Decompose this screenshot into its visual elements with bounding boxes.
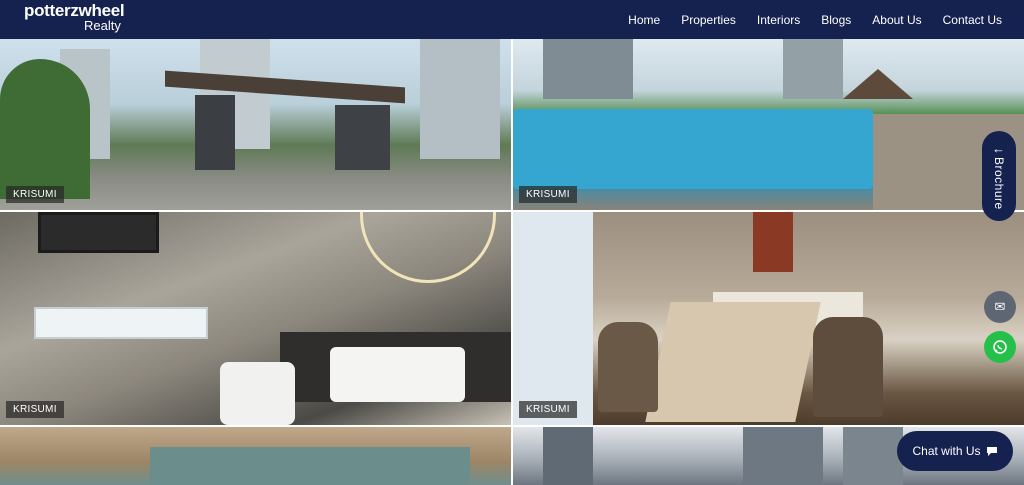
ring-light bbox=[360, 212, 496, 283]
pavilion-roof bbox=[843, 69, 913, 99]
tile-tag: KRISUMI bbox=[519, 186, 577, 203]
tile-tag: KRISUMI bbox=[6, 401, 64, 418]
chat-bubble-icon bbox=[986, 446, 997, 456]
tower-shape bbox=[843, 427, 903, 485]
chair-shape bbox=[598, 322, 658, 412]
logo-subtitle: Realty bbox=[84, 18, 121, 33]
wall-art bbox=[753, 212, 793, 272]
chair-shape bbox=[813, 317, 883, 417]
nav-blogs[interactable]: Blogs bbox=[821, 13, 851, 27]
tile-tag: KRISUMI bbox=[6, 186, 64, 203]
email-icon: ✉ bbox=[994, 299, 1006, 314]
dining-table bbox=[645, 302, 821, 422]
tower-shape bbox=[543, 39, 633, 99]
gallery-tile-entrance[interactable]: KRISUMI bbox=[0, 39, 511, 210]
bathtub bbox=[34, 307, 208, 339]
top-navbar: potterzwheel Realty Home Properties Inte… bbox=[0, 0, 1024, 39]
chat-label: Chat with Us bbox=[912, 444, 981, 458]
gallery-tile-interior[interactable] bbox=[0, 427, 511, 485]
email-button[interactable]: ✉ bbox=[984, 291, 1016, 323]
toilet bbox=[220, 362, 295, 425]
brochure-label: Brochure bbox=[992, 157, 1006, 210]
gate-pillar bbox=[195, 95, 235, 170]
tower-shape bbox=[420, 39, 500, 159]
tree-shape bbox=[0, 59, 90, 199]
nav-properties[interactable]: Properties bbox=[681, 13, 736, 27]
nav-about-us[interactable]: About Us bbox=[872, 13, 921, 27]
logo-wordmark: potterzwheel bbox=[24, 1, 125, 20]
whatsapp-button[interactable] bbox=[984, 331, 1016, 363]
gate-pillar bbox=[335, 105, 390, 170]
brochure-button[interactable]: ← Brochure bbox=[982, 131, 1016, 221]
glass-window bbox=[513, 212, 593, 425]
nav-home[interactable]: Home bbox=[628, 13, 660, 27]
whatsapp-icon bbox=[993, 340, 1007, 354]
tower-shape bbox=[783, 39, 843, 99]
gallery-tile-bathroom[interactable]: KRISUMI bbox=[0, 212, 511, 425]
window-shape bbox=[38, 212, 159, 253]
main-menu: Home Properties Interiors Blogs About Us… bbox=[628, 0, 1002, 39]
brand-logo[interactable]: potterzwheel Realty bbox=[24, 1, 125, 33]
gallery-tile-pool[interactable]: KRISUMI bbox=[513, 39, 1024, 210]
sink bbox=[330, 347, 465, 402]
gallery-tile-dining[interactable]: KRISUMI bbox=[513, 212, 1024, 425]
chat-with-us-button[interactable]: Chat with Us bbox=[897, 431, 1013, 471]
tower-shape bbox=[743, 427, 823, 485]
tower-shape bbox=[543, 427, 593, 485]
tile-tag: KRISUMI bbox=[519, 401, 577, 418]
stone-wall bbox=[150, 447, 470, 485]
nav-contact-us[interactable]: Contact Us bbox=[943, 13, 1002, 27]
nav-interiors[interactable]: Interiors bbox=[757, 13, 800, 27]
pool-water bbox=[513, 109, 873, 189]
arrow-left-icon: ← bbox=[992, 141, 1005, 156]
project-gallery: KRISUMI KRISUMI KRISUMI KRISUMI bbox=[0, 39, 1024, 485]
